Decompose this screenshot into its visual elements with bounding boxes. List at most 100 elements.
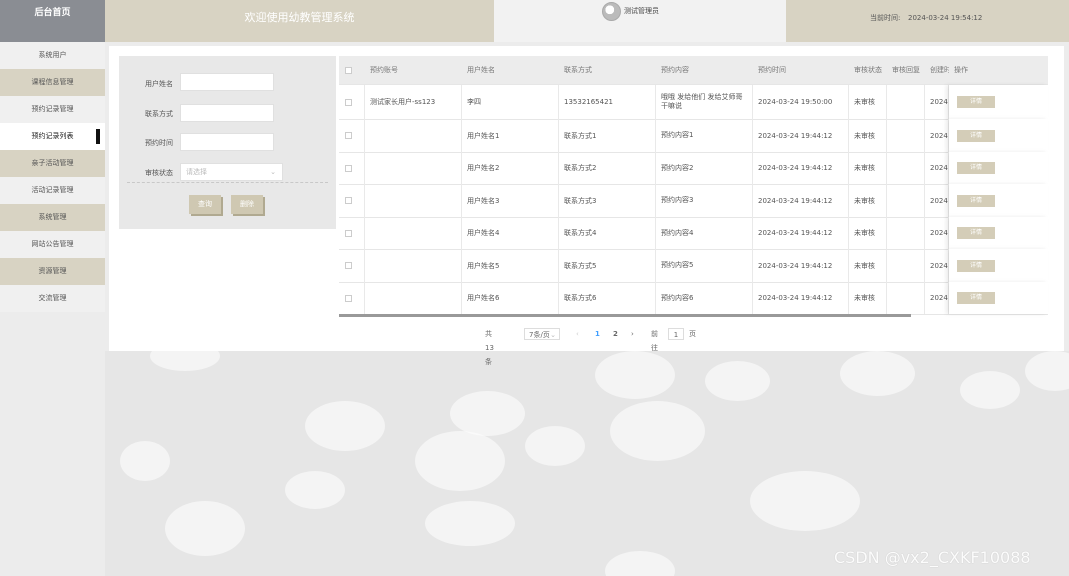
sidebar-item-communication[interactable]: 交流管理 [0, 285, 105, 312]
table-cell-content: 预约内容2 [656, 152, 753, 184]
name-input[interactable] [180, 73, 274, 91]
sidebar-item-resources[interactable]: 资源管理 [0, 258, 105, 285]
col-header[interactable]: 联系方式 [559, 56, 656, 84]
select-all-checkbox[interactable] [345, 66, 352, 74]
table-cell-name: 用户姓名1 [462, 119, 559, 152]
sidebar-item-parent-child-activity[interactable]: 亲子活动管理 [0, 150, 105, 177]
watermark: CSDN @vx2_CXKF10088 [834, 548, 1031, 567]
table-cell-account: 测试家长用户-ss123 [365, 85, 462, 119]
row-checkbox[interactable] [345, 294, 352, 302]
detail-button[interactable]: 详情 [957, 194, 995, 207]
page-2[interactable]: 2 [613, 327, 618, 341]
time-area: 当前时间: 2024-03-24 19:54:12 [786, 0, 1069, 42]
operation-cell: 详情 [949, 85, 1048, 119]
col-header[interactable]: 预约时间 [753, 56, 849, 84]
table-cell-reply [887, 249, 925, 282]
table-cell-content: 预约内容5 [656, 249, 753, 282]
operation-cell: 详情 [949, 282, 1048, 314]
table-cell-status: 未审核 [849, 249, 887, 282]
top-header: 后台首页 欢迎使用幼教管理系统 测试管理员 当前时间: 2024-03-24 1… [0, 0, 1069, 42]
table-cell-created: 2024-0 [925, 217, 949, 249]
col-header[interactable]: 创建时间 [925, 56, 949, 84]
table-cell-reply [887, 184, 925, 217]
table-cell-created: 2024-0 [925, 282, 949, 314]
operation-cell: 详情 [949, 119, 1048, 152]
table-cell-contact: 13532165421 [559, 85, 656, 119]
sidebar-item-system-manage[interactable]: 系统管理 [0, 204, 105, 231]
table-cell-time: 2024-03-24 19:44:12 [753, 184, 849, 217]
status-label: 审核状态 [145, 169, 173, 177]
active-indicator [96, 129, 100, 144]
detail-button[interactable]: 详情 [957, 96, 995, 108]
row-select-cell [339, 184, 365, 217]
status-select[interactable]: 请选择 ⌄ [180, 163, 283, 181]
page-1[interactable]: 1 [595, 327, 600, 341]
total-count: 共 13 条 [485, 330, 494, 366]
col-header[interactable]: 预约账号 [365, 56, 462, 84]
sidebar-item-system-users[interactable]: 系统用户 [0, 42, 105, 69]
table-cell-reply [887, 282, 925, 314]
sidebar-item-activity-records[interactable]: 活动记录管理 [0, 177, 105, 204]
detail-button[interactable]: 详情 [957, 259, 995, 272]
table-cell-contact: 联系方式2 [559, 152, 656, 184]
table-cell-contact: 联系方式3 [559, 184, 656, 217]
user-area[interactable]: 测试管理员 [494, 0, 786, 42]
table-cell-contact: 联系方式1 [559, 119, 656, 152]
page-size-value: 7条/页 [529, 331, 550, 339]
main-panel: 用户姓名 联系方式 预约时间 审核状态 请选择 ⌄ 查询 删除 预约账号 用户姓… [109, 46, 1064, 366]
status-placeholder: 请选择 [186, 168, 207, 176]
table-row: 用户姓名5 联系方式5 预约内容5 2024-03-24 19:44:12 未审核 202… [339, 249, 1048, 283]
col-header[interactable]: 用户姓名 [462, 56, 559, 84]
detail-button[interactable]: 详情 [957, 227, 995, 239]
table-cell-time: 2024-03-24 19:44:12 [753, 119, 849, 152]
page-size-select[interactable]: 7条/页 ⌄ [524, 328, 560, 340]
home-link[interactable]: 后台首页 [0, 0, 105, 42]
sidebar-item-label: 预约记录列表 [31, 132, 74, 140]
query-button[interactable]: 查询 [189, 195, 221, 214]
row-select-cell [339, 119, 365, 152]
row-checkbox[interactable] [345, 164, 352, 172]
row-select-cell [339, 152, 365, 184]
table-cell-status: 未审核 [849, 119, 887, 152]
horizontal-scrollbar[interactable] [339, 314, 911, 317]
table-cell-account [365, 152, 462, 184]
row-checkbox[interactable] [345, 197, 352, 204]
table-cell-contact: 联系方式4 [559, 217, 656, 249]
row-checkbox[interactable] [345, 229, 352, 237]
delete-button[interactable]: 删除 [231, 195, 263, 214]
table-cell-status: 未审核 [849, 217, 887, 249]
user-name: 测试管理员 [624, 7, 659, 15]
table-cell-content: 预约内容6 [656, 282, 753, 314]
table-cell-reply [887, 152, 925, 184]
row-checkbox[interactable] [345, 132, 352, 139]
sidebar-item-booking-list[interactable]: 预约记录列表 [0, 123, 105, 150]
col-header[interactable]: 审核状态 [849, 56, 887, 84]
select-all-cell [339, 56, 365, 84]
row-select-cell [339, 85, 365, 119]
search-form: 用户姓名 联系方式 预约时间 审核状态 请选择 ⌄ 查询 删除 [119, 56, 336, 229]
next-page-icon[interactable]: › [631, 327, 634, 341]
table-cell-created: 2024-0 [925, 184, 949, 217]
prev-page-icon[interactable]: ‹ [576, 327, 579, 341]
goto-input[interactable]: 1 [668, 328, 684, 340]
table-cell-content: 预约内容1 [656, 119, 753, 152]
table-row: 用户姓名3 联系方式3 预约内容3 2024-03-24 19:44:12 未审核 202… [339, 184, 1048, 218]
sidebar-item-course-info[interactable]: 课程信息管理 [0, 69, 105, 96]
col-header[interactable]: 预约内容 [656, 56, 753, 84]
detail-button[interactable]: 详情 [957, 129, 995, 142]
detail-button[interactable]: 详情 [957, 292, 995, 304]
table-header: 预约账号 用户姓名 联系方式 预约内容 预约时间 审核状态 审核回复 创建时间 … [339, 56, 1048, 85]
operation-cell: 详情 [949, 249, 1048, 282]
table-cell-account [365, 184, 462, 217]
chevron-down-icon: ⌄ [270, 168, 276, 176]
avatar[interactable] [602, 2, 621, 21]
row-checkbox[interactable] [345, 98, 352, 106]
col-header[interactable]: 审核回复 [887, 56, 925, 84]
time-input[interactable] [180, 133, 274, 151]
sidebar-item-announcements[interactable]: 网站公告管理 [0, 231, 105, 258]
sidebar-item-booking-manage[interactable]: 预约记录管理 [0, 96, 105, 123]
detail-button[interactable]: 详情 [957, 162, 995, 174]
contact-input[interactable] [180, 104, 274, 122]
row-checkbox[interactable] [345, 262, 352, 269]
table-cell-time: 2024-03-24 19:44:12 [753, 249, 849, 282]
